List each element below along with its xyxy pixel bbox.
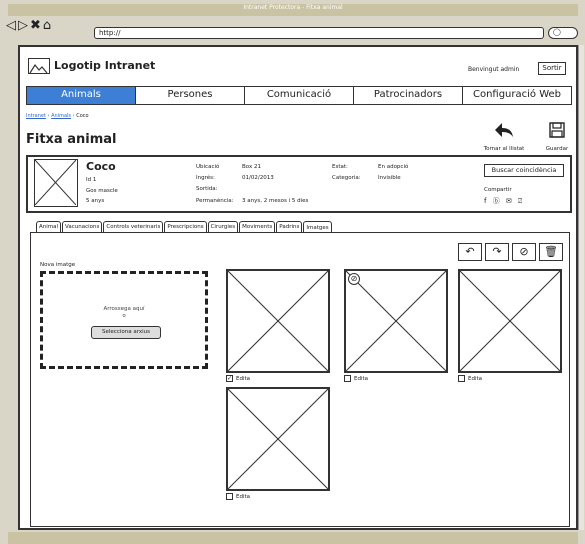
image-dropzone[interactable] xyxy=(40,271,208,369)
image-thumbnail[interactable] xyxy=(226,387,330,491)
browser-search-icon[interactable]: ◯ xyxy=(548,27,578,39)
menu-item-patrocinadors[interactable]: Patrocinadors xyxy=(354,87,463,104)
status-value: En adopció xyxy=(378,164,409,170)
location-label: Ubicació xyxy=(196,164,220,170)
image-thumbnail[interactable] xyxy=(458,269,562,373)
breadcrumb-link[interactable]: Animals xyxy=(51,113,71,119)
edit-checkbox[interactable]: ✓ xyxy=(226,375,233,382)
dropzone-text: Arrossega aquí o xyxy=(40,306,208,320)
drop-text-or: o xyxy=(122,313,126,319)
vertical-scrollbar[interactable] xyxy=(578,45,584,530)
select-files-button[interactable]: Selecciona arxius xyxy=(91,326,161,339)
edit-checkbox-row[interactable]: Edita xyxy=(458,375,482,382)
rotate-left-icon[interactable]: ↶ xyxy=(458,243,482,261)
status-label: Estat: xyxy=(332,164,348,170)
save-label: Guardar xyxy=(545,146,569,152)
breadcrumb: Intranet › Animals › Coco xyxy=(26,113,89,119)
hide-icon[interactable]: ⊘ xyxy=(512,243,536,261)
menu-item-persones[interactable]: Persones xyxy=(136,87,245,104)
address-bar[interactable]: http:// xyxy=(94,27,544,39)
save-button[interactable]: Guardar xyxy=(540,122,574,152)
logout-button[interactable]: Sortir xyxy=(538,62,566,75)
edit-checkbox[interactable] xyxy=(344,375,351,382)
main-menu: Animals Persones Comunicació Patrocinado… xyxy=(26,86,572,105)
window-title: Intranet Protectora - Fitxa animal xyxy=(8,4,578,16)
menu-item-configuracio-web[interactable]: Configuració Web xyxy=(463,87,571,104)
stay-value: 3 anys, 2 mesos i 5 dies xyxy=(242,198,309,204)
animal-id: Id 1 xyxy=(86,177,97,183)
menu-item-animals[interactable]: Animals xyxy=(27,87,136,104)
floppy-icon xyxy=(540,122,574,142)
image-thumbnail[interactable] xyxy=(344,269,448,373)
animal-photo-placeholder xyxy=(34,159,78,207)
browser-nav-icons[interactable]: ◁▷✖⌂ xyxy=(6,18,53,33)
edit-checkbox[interactable] xyxy=(458,375,465,382)
share-label: Compartir xyxy=(484,187,512,193)
logo-icon xyxy=(28,58,50,74)
status-bar xyxy=(8,532,578,544)
edit-label: Edita xyxy=(468,375,483,382)
share-icons[interactable]: f ⓑ ✉ ⍁ xyxy=(484,196,524,206)
animal-name: Coco xyxy=(86,160,116,173)
new-image-label: Nova imatge xyxy=(40,262,76,268)
hidden-badge-icon: ⊘ xyxy=(348,273,360,285)
category-label: Categoria: xyxy=(332,175,361,181)
edit-checkbox[interactable] xyxy=(226,493,233,500)
image-toolbar: ↶ ↷ ⊘ 🗑 xyxy=(458,243,563,261)
image-thumbnail[interactable] xyxy=(226,269,330,373)
breadcrumb-link[interactable]: Intranet xyxy=(26,113,46,119)
animal-type: Gos mascle xyxy=(86,188,118,194)
menu-item-comunicacio[interactable]: Comunicació xyxy=(245,87,354,104)
logo-text: Logotip Intranet xyxy=(54,59,156,72)
animal-age: 5 anys xyxy=(86,198,105,204)
location-value: Box 21 xyxy=(242,164,261,170)
page-title: Fitxa animal xyxy=(26,132,117,147)
edit-checkbox-row[interactable]: ✓ Edita xyxy=(226,375,250,382)
rotate-right-icon[interactable]: ↷ xyxy=(485,243,509,261)
stay-label: Permanència: xyxy=(196,198,234,204)
back-to-list-button[interactable]: Tornar al llistat xyxy=(482,122,526,152)
back-arrow-icon xyxy=(482,122,526,142)
back-label: Tornar al llistat xyxy=(483,146,525,152)
entry-value: 01/02/2013 xyxy=(242,175,274,181)
edit-label: Edita xyxy=(236,493,251,500)
edit-label: Edita xyxy=(354,375,369,382)
edit-checkbox-row[interactable]: Edita xyxy=(344,375,368,382)
edit-checkbox-row[interactable]: Edita xyxy=(226,493,250,500)
trash-icon[interactable]: 🗑 xyxy=(539,243,563,261)
entry-label: Ingrés: xyxy=(196,175,215,181)
breadcrumb-current: Coco xyxy=(76,113,89,119)
exit-label: Sortida: xyxy=(196,186,218,192)
drop-text-line: Arrossega aquí xyxy=(103,306,145,312)
welcome-text: Benvingut admin xyxy=(468,66,520,73)
category-value: Invisible xyxy=(378,175,401,181)
find-match-button[interactable]: Buscar coincidència xyxy=(484,164,564,177)
edit-label: Edita xyxy=(236,375,251,382)
